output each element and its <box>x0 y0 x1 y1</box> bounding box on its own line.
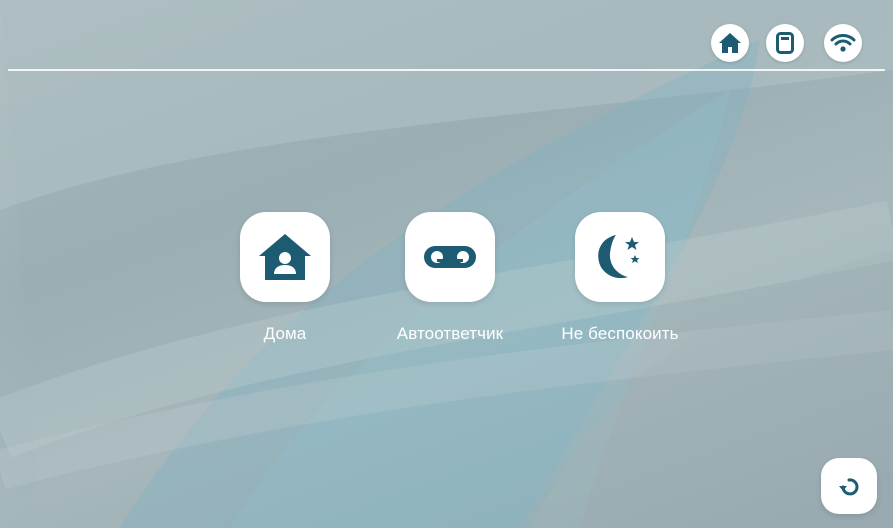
sd-card-icon[interactable] <box>766 24 804 62</box>
mode-answering-machine-label: Автоответчик <box>396 324 504 343</box>
voicemail-icon <box>424 246 476 268</box>
sd-card-icon-glyph <box>776 32 794 54</box>
undo-arrow-icon <box>839 478 859 496</box>
wifi-icon[interactable] <box>824 24 862 62</box>
mode-answering-machine-tile[interactable] <box>405 212 495 302</box>
mode-home-tile[interactable] <box>240 212 330 302</box>
home-icon-glyph <box>719 33 741 53</box>
moon-stars-icon <box>598 235 640 279</box>
mode-do-not-disturb[interactable]: Не беспокоить <box>545 212 695 344</box>
mode-home-label: Дома <box>263 324 307 343</box>
header-divider <box>8 69 885 71</box>
back-button[interactable] <box>821 458 877 514</box>
mode-do-not-disturb-label: Не беспокоить <box>561 324 679 343</box>
screen: Дома Автоответчик Не беспокоить <box>0 0 893 528</box>
mode-do-not-disturb-tile[interactable] <box>575 212 665 302</box>
mode-home[interactable]: Дома <box>210 212 360 344</box>
home-icon[interactable] <box>711 24 749 62</box>
home-person-icon <box>259 234 311 280</box>
wifi-icon-glyph <box>830 34 856 52</box>
mode-answering-machine[interactable]: Автоответчик <box>375 212 525 344</box>
